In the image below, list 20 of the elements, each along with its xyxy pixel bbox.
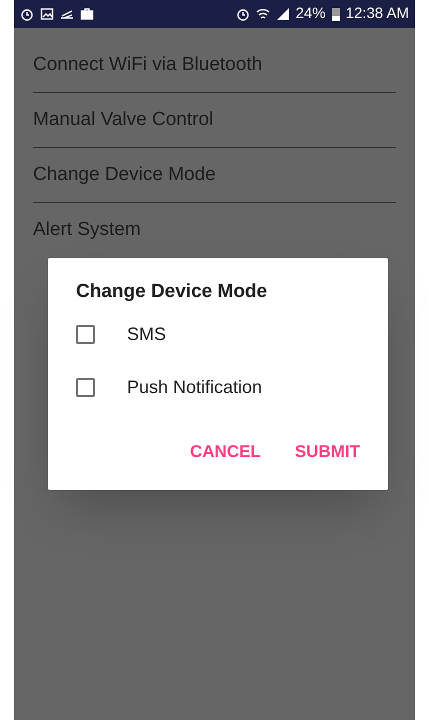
briefcase-icon — [80, 7, 94, 21]
checkbox[interactable] — [76, 324, 95, 344]
alarm-icon — [20, 7, 34, 21]
option-label: SMS — [127, 322, 166, 346]
image-icon — [40, 7, 54, 21]
wifi-icon — [256, 7, 270, 21]
dialog-button[interactable]: CANCEL — [190, 438, 261, 464]
checkbox[interactable] — [76, 378, 95, 396]
menu-item[interactable]: Connect WiFi via Bluetooth — [33, 38, 396, 93]
menu-item[interactable]: Manual Valve Control — [33, 93, 396, 148]
dialog-title: Change Device Mode — [76, 280, 268, 304]
option-label: Push Notification — [127, 376, 262, 398]
battery-icon — [332, 7, 340, 21]
clock-time: 12:38 AM — [346, 4, 409, 24]
dialog-button[interactable]: SUBMIT — [294, 438, 360, 464]
battery-percent: 24% — [296, 4, 326, 24]
signal-icon — [276, 7, 290, 21]
menu-item[interactable]: Change Device Mode — [33, 148, 396, 203]
menu-item[interactable]: Alert System — [33, 203, 396, 258]
alarm-icon — [236, 7, 250, 21]
